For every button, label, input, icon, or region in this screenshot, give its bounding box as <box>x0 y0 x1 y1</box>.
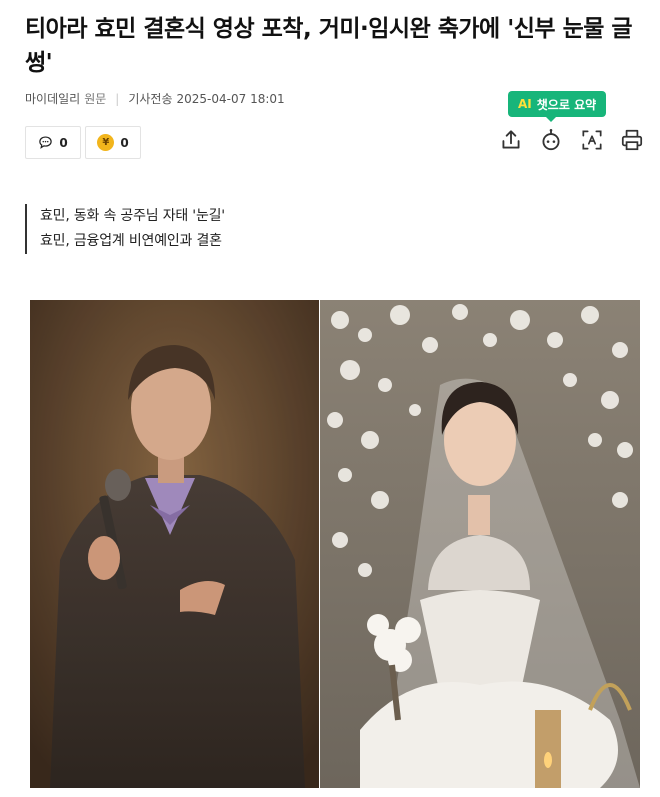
singer-illustration <box>30 300 319 788</box>
share-icon <box>502 130 520 149</box>
ai-mark: AI <box>518 97 532 111</box>
text-size-button[interactable] <box>579 127 605 153</box>
source-name[interactable]: 마이데일리 <box>25 90 80 107</box>
summary-line: 효민, 금융업계 비연예인과 결혼 <box>40 233 222 249</box>
coin-reaction-count: 0 <box>120 135 129 150</box>
summary-line: 효민, 동화 속 공주님 자태 '눈길' <box>40 208 225 224</box>
text-size-icon <box>582 130 602 150</box>
photo-singer-with-microphone <box>30 300 319 788</box>
robot-icon <box>542 128 560 151</box>
comment-icon <box>39 136 53 149</box>
photo-bride-in-wedding-dress <box>320 300 640 788</box>
bride-illustration <box>320 300 640 788</box>
article-headline: 티아라 효민 결혼식 영상 포착, 거미·임시완 축가에 '신부 눈물 글썽' <box>25 16 633 76</box>
sent-label: 기사전송 <box>128 92 173 106</box>
coin-icon: ¥ <box>97 134 115 151</box>
print-button[interactable] <box>619 127 645 153</box>
coin-reaction-button[interactable]: ¥ 0 <box>85 126 141 159</box>
article-meta: 마이데일리 원문 | 기사전송 2025-04-07 18:01 <box>25 90 285 107</box>
printer-icon <box>621 129 643 151</box>
ai-summary-label: 챗으로 요약 <box>536 97 597 112</box>
ai-summary-tooltip[interactable]: AI 챗으로 요약 <box>508 91 607 122</box>
meta-divider: | <box>115 91 120 106</box>
origin-link[interactable]: 원문 <box>84 90 106 107</box>
ai-chatbot-button[interactable] <box>538 127 564 153</box>
share-button[interactable] <box>498 127 524 153</box>
publish-timestamp: 2025-04-07 18:01 <box>176 91 285 106</box>
article-summary: 효민, 동화 속 공주님 자태 '눈길' 효민, 금융업계 비연예인과 결혼 <box>25 204 225 254</box>
comment-count: 0 <box>59 135 68 150</box>
comment-button[interactable]: 0 <box>25 126 81 159</box>
